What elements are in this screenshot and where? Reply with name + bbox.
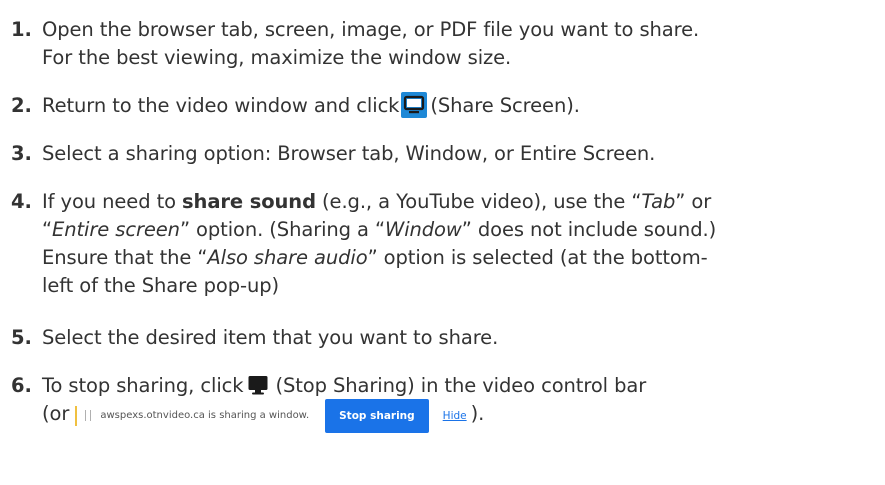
monitor-icon xyxy=(247,374,269,396)
option-also-share-audio: Also share audio xyxy=(207,246,368,269)
step-number: 2. xyxy=(11,94,32,117)
option-entire-screen: Entire screen xyxy=(52,218,180,241)
step-text: Select the desired item that you want to… xyxy=(42,326,499,349)
step-1: 1. Open the browser tab, screen, image, … xyxy=(11,16,881,72)
step-text: For the best viewing, maximize the windo… xyxy=(42,46,512,69)
emphasis-share-sound: share sound xyxy=(182,190,316,213)
sharing-notification-bar: awspexs.otnvideo.ca is sharing a window.… xyxy=(75,398,471,433)
step-text: Open the browser tab, screen, image, or … xyxy=(42,18,700,41)
step-text: To stop sharing, click (Stop Sharing) in … xyxy=(42,374,647,397)
option-tab: Tab xyxy=(641,190,676,213)
step-text: left of the Share pop-up) xyxy=(42,274,280,297)
sharing-message: awspexs.otnvideo.ca is sharing a window. xyxy=(100,409,310,421)
step-text: Select a sharing option: Browser tab, Wi… xyxy=(42,142,656,165)
step-number: 4. xyxy=(11,190,32,213)
step-number: 5. xyxy=(11,326,32,349)
step-number: 3. xyxy=(11,142,32,165)
hide-link[interactable]: Hide xyxy=(443,402,467,430)
share-screen-icon xyxy=(401,92,428,118)
step-4: 4. If you need to share sound (e.g., a Y… xyxy=(11,188,881,300)
option-window: Window xyxy=(385,218,462,241)
step-2: 2. Return to the video window and click (… xyxy=(11,92,881,120)
step-text-after: (Share Screen). xyxy=(430,94,580,117)
stop-sharing-button[interactable]: Stop sharing xyxy=(325,398,429,433)
step-text-before: Return to the video window and click xyxy=(42,94,400,117)
step-text: Return to the video window and click (Sha… xyxy=(42,92,881,120)
step-text: Ensure that the “Also share audio” optio… xyxy=(42,246,708,269)
step-text: If you need to share sound (e.g., a YouT… xyxy=(42,190,712,213)
step-3: 3. Select a sharing option: Browser tab,… xyxy=(11,140,881,168)
step-text: (or awspexs.otnvideo.ca is sharing a win… xyxy=(42,398,881,433)
step-text: “Entire screen” option. (Sharing a “Wind… xyxy=(42,218,717,241)
instruction-list: 1. Open the browser tab, screen, image, … xyxy=(0,0,881,433)
drag-handle-icon[interactable] xyxy=(85,410,92,421)
step-number: 1. xyxy=(11,18,32,41)
step-number: 6. xyxy=(11,374,32,397)
step-5: 5. Select the desired item that you want… xyxy=(11,324,881,352)
step-6: 6. To stop sharing, click (Stop Sharing) … xyxy=(11,372,881,433)
